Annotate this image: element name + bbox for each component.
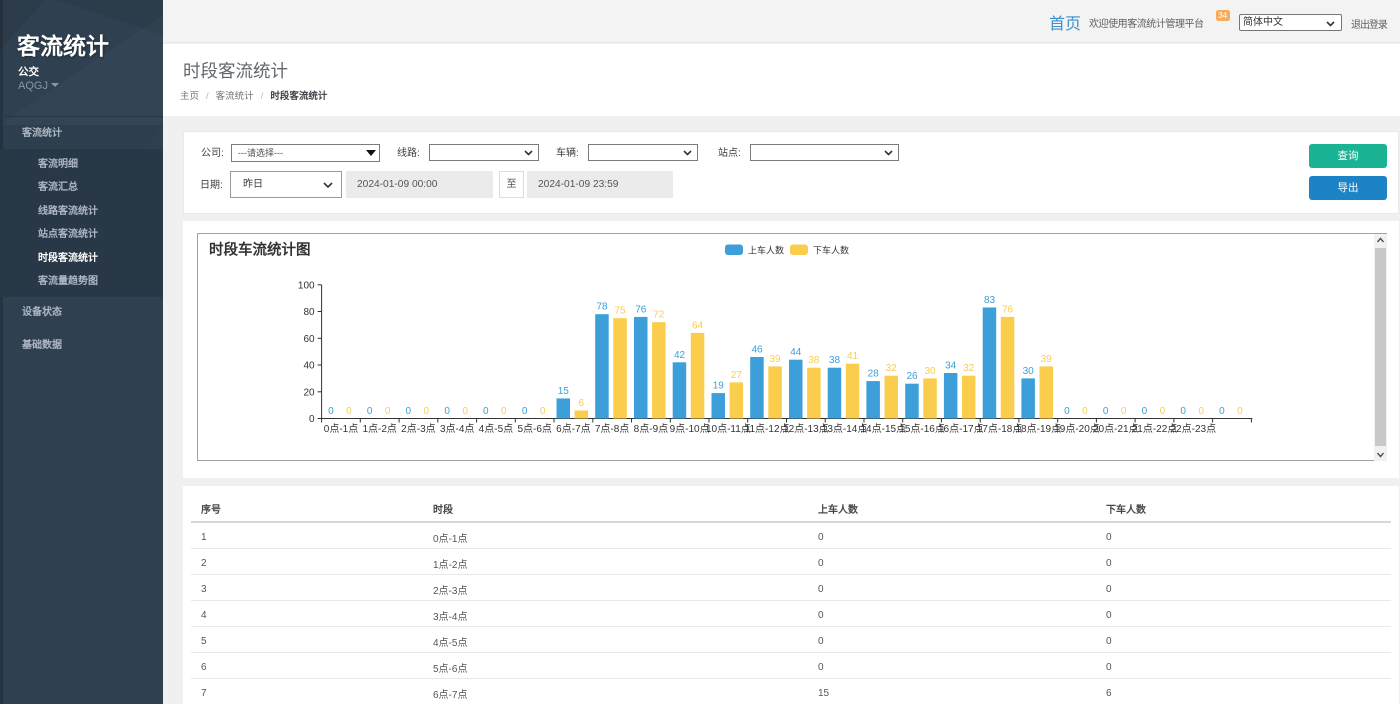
svg-text:0: 0 [1103,406,1109,417]
svg-text:3点-4点: 3点-4点 [440,423,474,435]
svg-text:0: 0 [346,406,352,417]
svg-text:0: 0 [328,406,334,417]
svg-text:32: 32 [886,363,898,374]
svg-text:0: 0 [1180,406,1186,417]
svg-text:0: 0 [1237,406,1243,417]
svg-text:0: 0 [385,406,391,417]
svg-text:9点-10点: 9点-10点 [670,423,710,435]
svg-text:38: 38 [808,355,820,366]
svg-text:22点-23点: 22点-23点 [1171,423,1217,435]
svg-text:0: 0 [424,406,430,417]
svg-text:76: 76 [1002,304,1014,315]
svg-text:7点-8点: 7点-8点 [595,423,629,435]
svg-text:0点-1点: 0点-1点 [324,423,358,435]
svg-text:83: 83 [984,295,996,306]
svg-text:75: 75 [614,306,626,317]
svg-text:时段车流统计图: 时段车流统计图 [209,241,311,259]
svg-text:42: 42 [674,350,686,361]
svg-text:72: 72 [653,310,665,321]
svg-text:0: 0 [1142,406,1148,417]
svg-text:0: 0 [522,406,528,417]
svg-text:0: 0 [1160,406,1166,417]
svg-text:0: 0 [444,406,450,417]
svg-text:39: 39 [1041,354,1053,365]
svg-text:46: 46 [751,345,763,356]
svg-text:100: 100 [298,280,315,291]
svg-text:32: 32 [963,363,975,374]
svg-text:0: 0 [367,406,373,417]
svg-text:0: 0 [1082,406,1088,417]
svg-text:76: 76 [635,304,647,315]
svg-text:39: 39 [769,354,781,365]
svg-text:41: 41 [847,351,859,362]
svg-text:2点-3点: 2点-3点 [401,423,435,435]
svg-text:0: 0 [1219,406,1225,417]
svg-text:28: 28 [868,369,880,380]
svg-text:20: 20 [303,387,315,398]
svg-text:15: 15 [558,386,570,397]
svg-text:0: 0 [1198,406,1204,417]
svg-text:64: 64 [692,320,704,331]
svg-text:0: 0 [406,406,412,417]
svg-text:6: 6 [579,398,585,409]
svg-text:0: 0 [501,406,507,417]
svg-text:0: 0 [1121,406,1127,417]
svg-text:19: 19 [713,381,725,392]
svg-text:0: 0 [540,406,546,417]
svg-text:40: 40 [303,361,315,372]
svg-text:27: 27 [731,370,743,381]
svg-text:26: 26 [906,371,918,382]
svg-text:60: 60 [303,334,315,345]
svg-text:5点-6点: 5点-6点 [517,423,551,435]
svg-text:6点-7点: 6点-7点 [556,423,590,435]
svg-text:38: 38 [829,355,841,366]
svg-text:30: 30 [924,366,936,377]
svg-text:1点-2点: 1点-2点 [362,423,396,435]
svg-text:0: 0 [1064,406,1070,417]
svg-text:0: 0 [462,406,468,417]
svg-text:80: 80 [303,307,315,318]
svg-text:0: 0 [483,406,489,417]
svg-text:下车人数: 下车人数 [813,245,849,256]
svg-text:44: 44 [790,347,802,358]
svg-text:8点-9点: 8点-9点 [634,423,668,435]
svg-text:30: 30 [1023,366,1035,377]
svg-text:0: 0 [309,414,315,425]
svg-text:4点-5点: 4点-5点 [479,423,513,435]
svg-text:78: 78 [596,302,608,313]
svg-text:34: 34 [945,361,957,372]
svg-text:上车人数: 上车人数 [748,245,784,256]
